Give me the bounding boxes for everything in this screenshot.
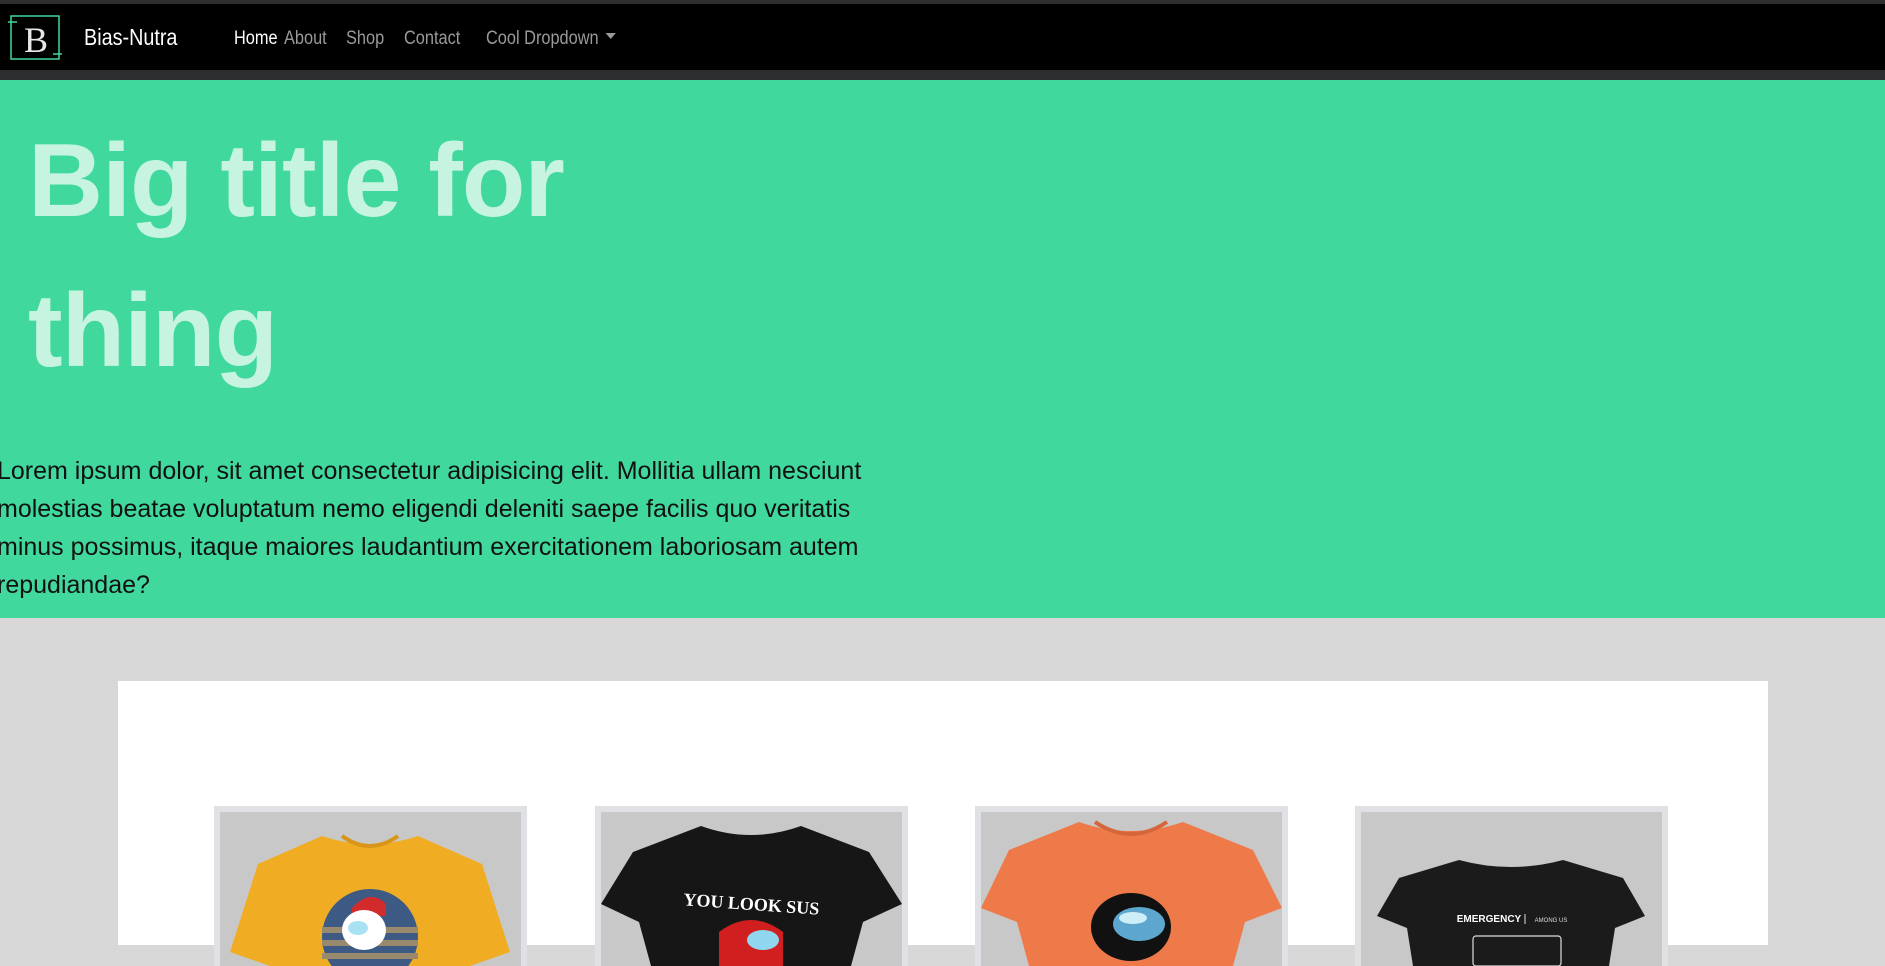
product-card-4[interactable]: EMERGENCY AMONG US bbox=[1355, 806, 1668, 966]
hero-title-line2: thing bbox=[28, 273, 278, 389]
chevron-down-icon bbox=[605, 32, 616, 39]
svg-text:EMERGENCY: EMERGENCY bbox=[1457, 914, 1522, 925]
nav-links: Home About Shop Contact Cool Dropdown bbox=[234, 28, 657, 50]
product-card-3[interactable] bbox=[975, 806, 1288, 966]
product-image-orange-tshirt[interactable] bbox=[981, 812, 1282, 966]
products-card: YOU LOOK SUS EMERGENCY AMONG US bbox=[118, 681, 1768, 966]
hero-title: Big title for thing bbox=[28, 106, 728, 406]
product-card-1[interactable] bbox=[214, 806, 527, 966]
brand-logo-icon[interactable]: B bbox=[8, 12, 62, 62]
svg-text:AMONG US: AMONG US bbox=[1535, 918, 1568, 924]
nav-shop-link[interactable]: Shop bbox=[346, 28, 387, 50]
navbar: B Bias-Nutra Home About Shop Contact Coo… bbox=[0, 4, 1885, 80]
svg-text:B: B bbox=[24, 20, 48, 60]
product-image-yellow-tshirt[interactable] bbox=[220, 812, 521, 966]
nav-cool-dropdown[interactable]: Cool Dropdown bbox=[486, 28, 616, 50]
hero-title-line1: Big title for bbox=[28, 123, 565, 239]
hero-section: Big title for thing Lorem ipsum dolor, s… bbox=[0, 80, 1885, 618]
product-image-black-tshirt-sus[interactable]: YOU LOOK SUS bbox=[601, 812, 902, 966]
brand-name[interactable]: Bias-Nutra bbox=[84, 24, 177, 51]
product-card-2[interactable]: YOU LOOK SUS bbox=[595, 806, 908, 966]
product-image-black-tshirt-emergency[interactable]: EMERGENCY AMONG US bbox=[1361, 812, 1662, 966]
nav-cool-dropdown-label: Cool Dropdown bbox=[486, 28, 599, 49]
nav-contact-link[interactable]: Contact bbox=[404, 28, 466, 50]
nav-about-link[interactable]: About bbox=[284, 28, 327, 50]
nav-home-link[interactable]: Home bbox=[234, 28, 278, 50]
hero-description: Lorem ipsum dolor, sit amet consectetur … bbox=[0, 457, 862, 599]
